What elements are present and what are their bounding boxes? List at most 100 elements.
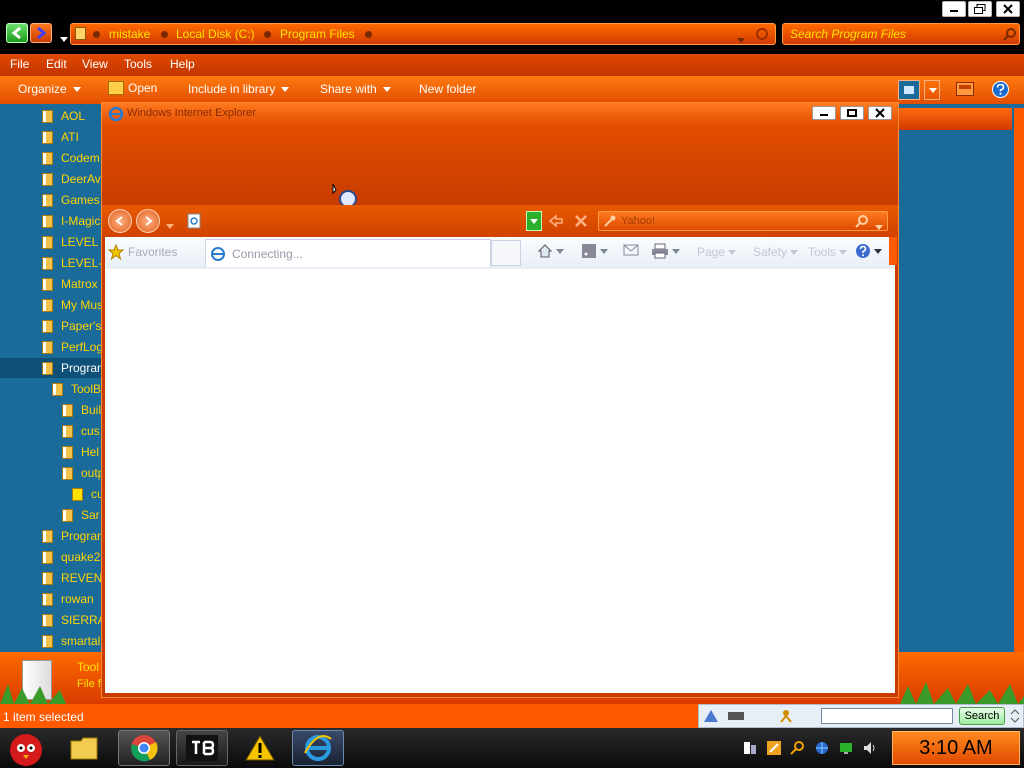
help-button[interactable] [992,81,1009,98]
expand-icon[interactable] [1009,708,1021,724]
keyboard-icon[interactable] [727,709,745,723]
person-icon[interactable] [779,709,793,723]
close-button[interactable] [996,1,1020,17]
tree-item[interactable]: Hel [62,442,104,462]
ie-forward-button[interactable] [136,209,160,233]
tree-item[interactable]: AOL [42,106,104,126]
network-icon[interactable] [838,740,854,756]
change-view-button[interactable] [898,80,920,100]
tree-item[interactable]: I-Magic [42,211,104,231]
page-menu-button[interactable]: Page [697,245,737,259]
taskbar-tb-button[interactable] [176,730,228,766]
start-button[interactable] [4,728,48,768]
home-button[interactable] [537,243,564,259]
tree-item[interactable]: Games [42,190,104,210]
ie-close-button[interactable] [868,106,892,120]
tools-menu-button[interactable]: Tools [808,245,848,259]
address-bar[interactable]: mistake Local Disk (C:) Program Files [70,23,776,45]
desk-search-input[interactable] [821,708,953,724]
restore-button[interactable] [968,1,992,17]
tree-item[interactable]: PerfLog [42,337,104,357]
address-dropdown[interactable] [737,32,745,46]
network-globe-icon[interactable] [814,740,830,756]
refresh-button[interactable] [755,27,769,41]
tree-item[interactable]: Buil [62,400,104,420]
recent-pages-dropdown[interactable] [58,31,68,45]
taskbar-ie-button[interactable] [292,730,344,766]
search-input[interactable]: Search Program Files [782,23,1020,45]
breadcrumb-item[interactable]: Local Disk (C:) [176,27,255,41]
flag-icon[interactable] [766,740,782,756]
ie-minimize-button[interactable] [812,106,836,120]
breadcrumb-item[interactable]: Program Files [280,27,355,41]
tree-item[interactable]: My Mus [42,295,104,315]
taskbar-warning-button[interactable] [234,730,286,766]
navigation-tree[interactable]: AOL ATI Codem DeerAv Games I-Magic LEVEL… [0,104,104,652]
stop-icon[interactable] [574,214,588,228]
ie-back-button[interactable] [108,209,132,233]
magnifier-tray-icon[interactable] [790,740,806,756]
preview-pane-button[interactable] [956,82,974,96]
new-tab-button[interactable] [491,240,521,266]
tree-item[interactable]: LEVEL- [42,253,104,273]
forward-button[interactable] [30,23,52,43]
tree-item[interactable]: Sar [62,505,104,525]
mountain-icon[interactable] [703,708,719,724]
menu-view[interactable]: View [82,57,108,71]
ie-help-button[interactable] [855,243,882,259]
feeds-button[interactable] [581,243,608,259]
new-folder-button[interactable]: New folder [419,82,476,96]
minimize-button[interactable] [942,1,966,17]
column-header[interactable] [898,108,1012,130]
tree-item[interactable]: Paper's [42,316,104,336]
menu-help[interactable]: Help [170,57,195,71]
tree-item[interactable]: Progran [42,526,104,546]
print-button[interactable] [651,243,680,259]
desk-search-button[interactable]: Search [959,707,1005,725]
tree-item[interactable]: smartal [42,631,104,651]
ie-tab[interactable]: Connecting... [205,239,491,267]
tree-item[interactable]: SIERRA [42,610,104,630]
menu-tools[interactable]: Tools [124,57,152,71]
ie-window[interactable]: Windows Internet Explorer Yahoo! Favorit… [101,102,899,698]
ie-content-area[interactable] [105,269,895,693]
mail-button[interactable] [623,244,639,256]
favorites-button[interactable]: Favorites [108,240,200,264]
tree-item[interactable]: ATI [42,127,104,147]
tree-item[interactable]: outp [62,463,104,483]
search-options-dropdown[interactable] [875,219,883,233]
ie-titlebar[interactable]: Windows Internet Explorer [102,103,898,125]
open-button[interactable]: Open [108,81,157,95]
tree-item[interactable]: quake2 [42,547,104,567]
tree-item[interactable]: ToolB [52,379,104,399]
back-button[interactable] [6,23,28,43]
safety-menu-button[interactable]: Safety [753,245,799,259]
menu-file[interactable]: File [10,57,29,71]
search-icon[interactable] [1003,27,1017,41]
ie-recent-pages-dropdown[interactable] [166,218,174,232]
tree-item[interactable]: LEVEL [42,232,104,252]
tree-item-selected[interactable]: Progran [0,358,104,378]
ie-search-input[interactable]: Yahoo! [598,211,888,231]
tree-item[interactable]: cu [72,484,104,504]
tree-item[interactable]: cus [62,421,104,441]
view-options-dropdown[interactable] [924,80,940,100]
volume-icon[interactable] [862,740,878,756]
file-list-pane[interactable] [898,104,1024,652]
tree-item[interactable]: DeerAv [42,169,104,189]
scrollbar[interactable] [1014,108,1024,652]
tree-item[interactable]: Matrox [42,274,104,294]
compatibility-icon[interactable] [548,213,564,229]
ie-maximize-button[interactable] [840,106,864,120]
taskbar-explorer-button[interactable] [58,730,110,766]
breadcrumb-item[interactable]: mistake [109,27,150,41]
tree-item[interactable]: rowan [42,589,104,609]
include-in-library-button[interactable]: Include in library [188,82,290,96]
organize-button[interactable]: Organize [18,82,81,96]
menu-edit[interactable]: Edit [46,57,67,71]
taskbar-chrome-button[interactable] [118,730,170,766]
tree-item[interactable]: Codem [42,148,104,168]
taskbar-clock[interactable]: 3:10 AM [892,731,1020,765]
search-icon[interactable] [855,214,869,228]
device-icon[interactable] [742,740,758,756]
